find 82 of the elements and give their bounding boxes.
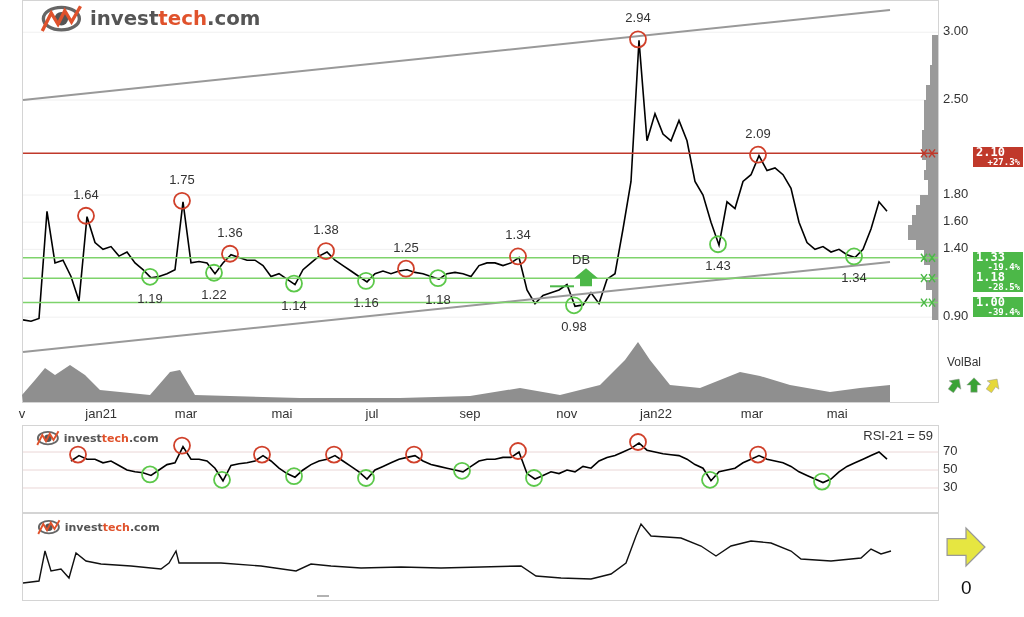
peak-circle [173,191,191,210]
peak-circle [749,145,767,164]
peak-circle [317,242,335,260]
month-label: mar [174,406,198,421]
peak-circle [509,442,527,460]
peak-circle [253,445,271,464]
double-bottom-arrow-icon [549,268,598,288]
trough-circle [141,465,159,484]
trough-circle [845,247,863,266]
month-label: jan21 [85,406,118,421]
price-level-badge: 1.18 -28.5% [973,272,1023,293]
trough-circle [357,469,375,487]
peak-circle [629,433,647,451]
asterisk-marker-icon [920,253,936,263]
month-label: nov [556,406,578,421]
axis-tick-label: 30 [943,479,958,494]
peak-circle [749,445,767,464]
price-label: 1.34 [505,227,531,243]
logo-wordmark: investtech.com [89,7,261,31]
asterisk-marker-icon [920,148,936,159]
logo-icon [36,430,60,447]
price-label: 1.38 [313,222,339,238]
price-label: 1.22 [201,286,227,302]
month-label: mar [740,406,764,421]
trough-circle [565,296,583,315]
peak-circle [397,259,415,278]
axis-tick-label: 1.80 [943,186,969,202]
month-label: mai [271,406,293,421]
trough-circle [453,461,471,480]
trough-circle [213,470,231,489]
axis-tick-label: 0.90 [943,308,969,324]
price-label: 1.64 [73,186,99,202]
logo-wordmark: investtech.com [63,431,159,445]
trough-circle [709,235,727,254]
rsi-reading: RSI-21 = 59 [863,428,933,443]
peak-circle [405,445,423,464]
price-label: 0.98 [561,319,587,335]
price-label: 2.09 [745,125,771,141]
axis-tick-label: 50 [943,461,958,476]
trough-circle [205,263,223,282]
trough-circle [285,467,303,486]
trough-circle [357,272,375,290]
axis-tick-label: 3.00 [943,23,969,39]
price-level-badge: 2.10 +27.3% [973,147,1023,168]
price-level-badge: 1.00 -39.4% [973,296,1023,317]
month-label: jan22 [640,406,672,421]
asterisk-marker-icon [920,273,936,283]
price-label: 1.75 [169,171,195,187]
axis-tick-label: 1.60 [943,213,969,229]
trough-circle [813,472,831,491]
axis-tick-label: 1.40 [943,240,969,256]
month-label: jul [365,406,379,421]
month-label: mai [826,406,848,421]
trough-circle [141,267,159,286]
peak-circle [69,445,87,464]
trough-circle [285,274,303,293]
peak-circle [509,247,527,266]
peak-circle [629,30,647,49]
trough-circle [701,470,719,489]
axis-tick-label: 2.50 [943,91,969,107]
logo-icon [37,519,61,536]
month-label: sep [459,406,481,421]
price-label: 2.94 [625,10,651,26]
peak-circle [173,436,191,455]
trough-circle [525,469,543,487]
price-label: 1.25 [393,239,419,255]
month-label: v [18,406,26,421]
logo-icon [40,4,83,34]
peak-circle [77,206,95,225]
logo-wordmark: investtech.com [64,520,160,534]
asterisk-marker-icon [920,297,936,308]
dash-mark [316,595,330,597]
axis-tick-label: 70 [943,443,958,458]
trough-circle [429,269,447,288]
signal-value: 0 [961,577,972,599]
price-label: 1.43 [705,258,731,274]
peak-circle [325,445,343,464]
price-label: 1.19 [137,290,163,306]
price-label: 1.36 [217,224,243,240]
peak-circle [221,244,239,263]
volume-balance-label: VolBal [947,355,982,369]
price-level-badge: 1.33 -19.4% [973,251,1023,272]
